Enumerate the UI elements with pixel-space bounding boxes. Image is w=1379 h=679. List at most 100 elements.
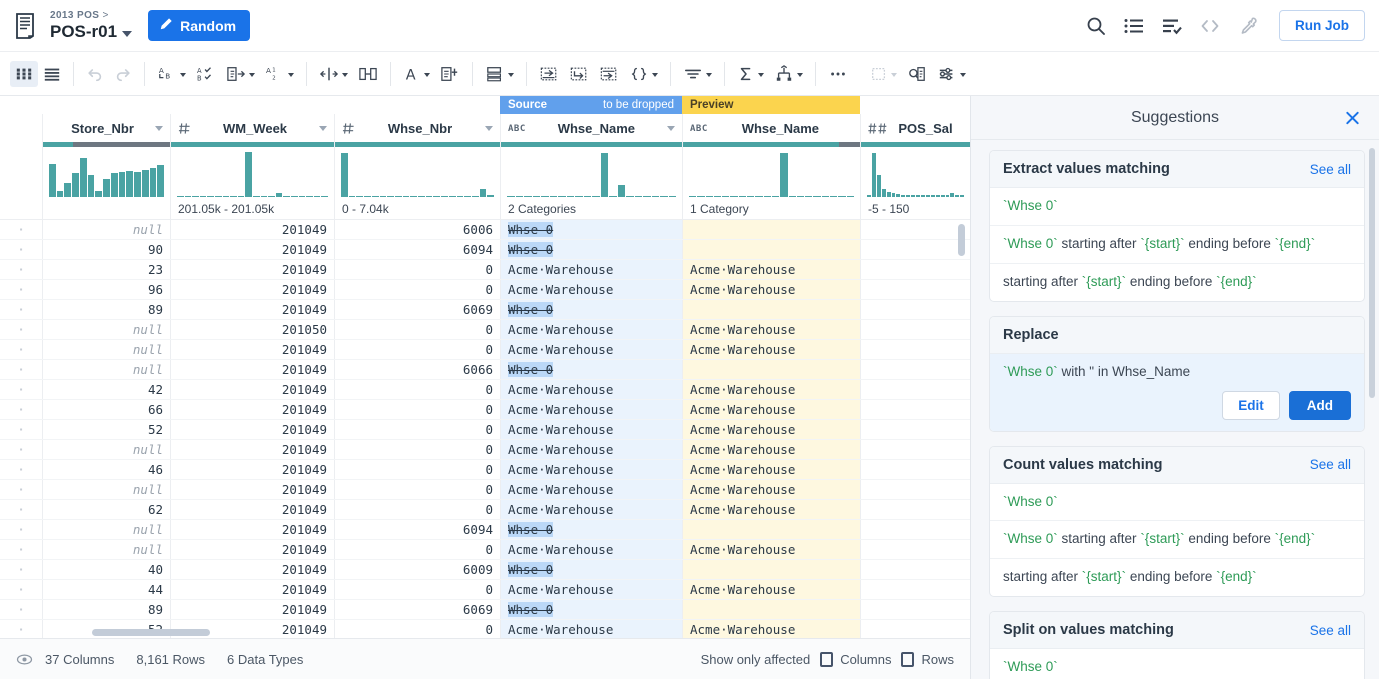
- cell-whse-name-source[interactable]: Acme·Warehouse: [500, 440, 682, 459]
- rename-column-icon[interactable]: AB: [152, 61, 191, 87]
- table-row[interactable]: ▪462010490Acme·WarehouseAcme·Warehouse: [0, 460, 970, 480]
- cell-pos-sales[interactable]: [860, 220, 970, 239]
- cell-store-nbr[interactable]: 89: [42, 600, 170, 619]
- cell-whse-nbr[interactable]: 6006: [334, 220, 500, 239]
- chevron-down-icon[interactable]: [180, 73, 186, 77]
- select-region-icon[interactable]: [865, 61, 902, 87]
- grid-horizontal-scrollbar[interactable]: [44, 629, 952, 636]
- cell-whse-name-preview[interactable]: Acme·Warehouse: [682, 280, 860, 299]
- pivot-rows-icon[interactable]: [594, 61, 624, 87]
- chevron-down-icon[interactable]: [667, 126, 675, 131]
- cell-whse-name-source[interactable]: Acme·Warehouse: [500, 260, 682, 279]
- cell-whse-name-preview[interactable]: Acme·Warehouse: [682, 580, 860, 599]
- table-row[interactable]: ▪902010496094Whse 0: [0, 240, 970, 260]
- column-histogram-1[interactable]: 201.05k - 201.05k: [170, 142, 334, 219]
- chevron-down-icon[interactable]: [797, 73, 803, 77]
- lookup-icon[interactable]: [902, 61, 932, 87]
- cell-whse-name-preview[interactable]: [682, 240, 860, 259]
- table-row[interactable]: ▪null2010496066Whse 0: [0, 360, 970, 380]
- cell-whse-nbr[interactable]: 0: [334, 540, 500, 559]
- cell-whse-nbr[interactable]: 0: [334, 480, 500, 499]
- chevron-down-icon[interactable]: [485, 126, 493, 131]
- chevron-down-icon[interactable]: [508, 73, 514, 77]
- cell-whse-nbr[interactable]: 6094: [334, 520, 500, 539]
- list-icon[interactable]: [1123, 15, 1145, 37]
- cell-wm-week[interactable]: 201049: [170, 260, 334, 279]
- cell-whse-nbr[interactable]: 0: [334, 580, 500, 599]
- eye-icon[interactable]: [16, 651, 33, 668]
- cell-store-nbr[interactable]: null: [42, 360, 170, 379]
- cell-store-nbr[interactable]: 90: [42, 240, 170, 259]
- cell-whse-name-source[interactable]: Acme·Warehouse: [500, 480, 682, 499]
- cell-wm-week[interactable]: 201049: [170, 440, 334, 459]
- cell-wm-week[interactable]: 201049: [170, 540, 334, 559]
- table-row[interactable]: ▪null2010500Acme·WarehouseAcme·Warehouse: [0, 320, 970, 340]
- cell-whse-name-source[interactable]: Acme·Warehouse: [500, 280, 682, 299]
- cell-wm-week[interactable]: 201049: [170, 520, 334, 539]
- cell-whse-name-source[interactable]: Whse 0: [500, 220, 682, 239]
- cell-wm-week[interactable]: 201049: [170, 280, 334, 299]
- document-title-row[interactable]: POS-r01: [50, 22, 132, 42]
- cell-wm-week[interactable]: 201049: [170, 240, 334, 259]
- cell-whse-name-preview[interactable]: Acme·Warehouse: [682, 420, 860, 439]
- insert-row-icon[interactable]: [534, 61, 564, 87]
- cell-store-nbr[interactable]: 40: [42, 560, 170, 579]
- undo-icon[interactable]: [81, 61, 109, 87]
- chevron-down-icon[interactable]: [706, 73, 712, 77]
- cell-store-nbr[interactable]: 62: [42, 500, 170, 519]
- format-text-icon[interactable]: A: [398, 61, 435, 87]
- table-row[interactable]: ▪442010490Acme·WarehouseAcme·Warehouse: [0, 580, 970, 600]
- column-header-wm_week-1[interactable]: WM_Week: [170, 114, 334, 142]
- chevron-down-icon[interactable]: [891, 73, 897, 77]
- cell-store-nbr[interactable]: null: [42, 220, 170, 239]
- breadcrumb[interactable]: 2013 POS >: [50, 9, 132, 22]
- column-header-pos_sal-5[interactable]: POS_Sal: [860, 114, 970, 142]
- calculate-icon[interactable]: [435, 61, 465, 87]
- grid-vertical-scroll-thumb[interactable]: [958, 224, 965, 256]
- cell-whse-name-source[interactable]: Whse 0: [500, 300, 682, 319]
- cell-whse-name-preview[interactable]: Acme·Warehouse: [682, 320, 860, 339]
- column-header-whse_name-4[interactable]: ABCWhse_Name: [682, 114, 860, 142]
- cell-whse-name-preview[interactable]: [682, 300, 860, 319]
- column-histogram-3[interactable]: 2 Categories: [500, 142, 682, 219]
- cell-whse-nbr[interactable]: 0: [334, 280, 500, 299]
- cell-whse-name-preview[interactable]: Acme·Warehouse: [682, 460, 860, 479]
- table-row[interactable]: ▪662010490Acme·WarehouseAcme·Warehouse: [0, 400, 970, 420]
- run-job-button[interactable]: Run Job: [1279, 10, 1365, 41]
- cell-whse-name-preview[interactable]: Acme·Warehouse: [682, 440, 860, 459]
- table-row[interactable]: ▪402010496009Whse 0: [0, 560, 970, 580]
- cell-store-nbr[interactable]: 23: [42, 260, 170, 279]
- table-row[interactable]: ▪null2010496006Whse 0: [0, 220, 970, 240]
- close-icon[interactable]: [1344, 109, 1361, 126]
- table-row[interactable]: ▪null2010496094Whse 0: [0, 520, 970, 540]
- cell-whse-nbr[interactable]: 0: [334, 500, 500, 519]
- grid-vertical-scrollbar[interactable]: [958, 220, 965, 638]
- breadcrumb-parent[interactable]: 2013 POS: [50, 10, 99, 21]
- random-button[interactable]: Random: [148, 10, 250, 41]
- column-header-whse_name-3[interactable]: ABCWhse_Name: [500, 114, 682, 142]
- suggestion-item[interactable]: `Whse 0` starting after `{start}` ending…: [990, 226, 1364, 264]
- cell-store-nbr[interactable]: null: [42, 440, 170, 459]
- cell-whse-name-source[interactable]: Whse 0: [500, 560, 682, 579]
- cell-whse-name-source[interactable]: Acme·Warehouse: [500, 400, 682, 419]
- see-all-link[interactable]: See all: [1310, 162, 1351, 177]
- cell-wm-week[interactable]: 201049: [170, 500, 334, 519]
- column-header-store_nbr-0[interactable]: Store_Nbr: [42, 114, 170, 142]
- add-button[interactable]: Add: [1289, 391, 1351, 420]
- cell-pos-sales[interactable]: [860, 460, 970, 479]
- suggestion-item[interactable]: `Whse 0`: [990, 649, 1364, 679]
- table-row[interactable]: ▪232010490Acme·WarehouseAcme·Warehouse: [0, 260, 970, 280]
- cell-wm-week[interactable]: 201049: [170, 380, 334, 399]
- cell-pos-sales[interactable]: [860, 600, 970, 619]
- cell-whse-name-source[interactable]: Acme·Warehouse: [500, 320, 682, 339]
- cell-store-nbr[interactable]: 89: [42, 300, 170, 319]
- cell-wm-week[interactable]: 201049: [170, 300, 334, 319]
- chevron-down-icon[interactable]: [155, 126, 163, 131]
- cell-whse-nbr[interactable]: 0: [334, 380, 500, 399]
- cell-whse-name-preview[interactable]: Acme·Warehouse: [682, 480, 860, 499]
- cell-wm-week[interactable]: 201049: [170, 460, 334, 479]
- cell-pos-sales[interactable]: [860, 540, 970, 559]
- chevron-down-icon[interactable]: [758, 73, 764, 77]
- cell-pos-sales[interactable]: [860, 380, 970, 399]
- suggestion-item[interactable]: `Whse 0` starting after `{start}` ending…: [990, 521, 1364, 559]
